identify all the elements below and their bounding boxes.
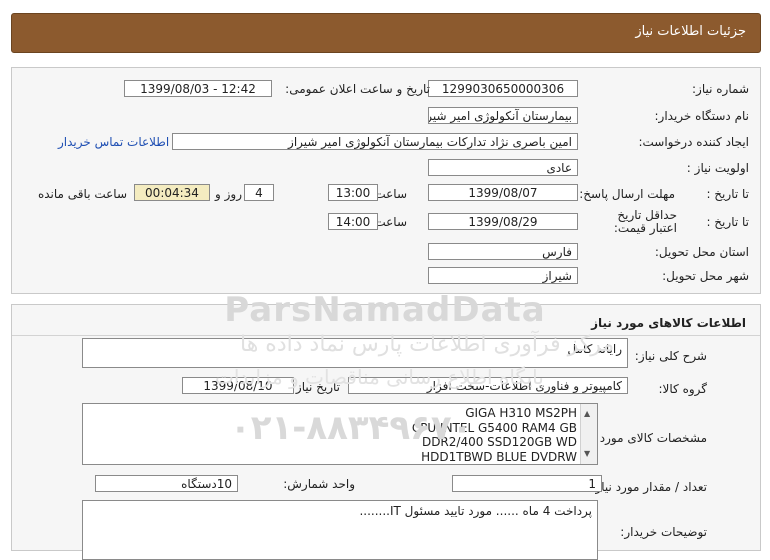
province-label: استان محل تحویل: [654, 245, 749, 259]
summary-label: شرح کلی نیاز: [634, 349, 707, 363]
buyer-notes-field: پرداخت 4 ماه ...... مورد تایید مسئول IT.… [82, 500, 598, 560]
scroll-up-icon[interactable]: ▲ [584, 407, 590, 422]
specs-line: HDD1TBWD BLUE DVDRW [421, 449, 577, 464]
buyer-contact-link[interactable]: اطلاعات تماس خریدار [58, 135, 169, 149]
buyer-org-label: نام دستگاه خریدار: [654, 109, 750, 123]
page-title: جزئیات اطلاعات نیاز [635, 24, 746, 39]
unit-field: 10دستگاه [95, 475, 238, 492]
qty-field: 1 [452, 475, 602, 492]
watermark-brand: ParsNamadData [224, 290, 546, 330]
priority-field: عادی [428, 159, 578, 176]
validity-time-field: 14:00 [328, 213, 378, 230]
need-info-panel: شماره نیاز: 1299030650000306 تاریخ و ساع… [11, 67, 761, 294]
days-field: 4 [244, 184, 274, 201]
need-number-field: 1299030650000306 [428, 80, 578, 97]
buyer-notes-label: توضیحات خریدار: [620, 525, 707, 539]
priority-label: اولویت نیاز : [686, 161, 749, 175]
unit-label: واحد شمارش: [283, 477, 355, 491]
need-number-label: شماره نیاز: [692, 82, 749, 96]
validity-date-field: 1399/08/29 [428, 213, 578, 230]
watermark-tagline: پایگاه اطلاع رسانی مناقصات و مزایدات [215, 365, 544, 389]
watermark-subtitle: مرکز فرآوری اطلاعات پارس نماد داده ها [240, 332, 615, 357]
creator-field: امین باصری نژاد تدارکات بیمارستان آنکولو… [172, 133, 578, 150]
validity-to-date-label: تا تاریخ : [706, 215, 749, 229]
remaining-time-field: 00:04:34 [134, 184, 210, 201]
remaining-label: ساعت باقی مانده [37, 187, 127, 201]
city-field: شیراز [428, 267, 578, 284]
creator-label: ایجاد کننده درخواست: [638, 135, 749, 149]
days-label: روز و [215, 187, 242, 201]
validity-label: حداقل تاریخ اعتبار قیمت: [613, 208, 677, 235]
announce-field: 1399/08/03 - 12:42 [124, 80, 272, 97]
announce-label: تاریخ و ساعت اعلان عمومی: [285, 82, 430, 96]
specs-scrollbar[interactable]: ▲ ▼ [580, 404, 597, 464]
group-label: گروه کالا: [658, 382, 708, 396]
scroll-down-icon[interactable]: ▼ [584, 447, 590, 462]
watermark-phone: ۰۲۱-۸۸۳۴۹۶۷۰ [230, 408, 473, 448]
city-label: شهر محل تحویل: [662, 269, 749, 283]
province-field: فارس [428, 243, 578, 260]
deadline-time-label: ساعت [374, 187, 407, 201]
page-header: جزئیات اطلاعات نیاز [11, 13, 761, 53]
to-date-label: تا تاریخ : [706, 187, 749, 201]
deadline-label: مهلت ارسال پاسخ: [579, 187, 675, 201]
validity-time-label: ساعت [374, 215, 407, 229]
deadline-date-field: 1399/08/07 [428, 184, 578, 201]
buyer-org-field: بیمارستان آنکولوژی امیر شیراز [428, 107, 578, 124]
qty-label: تعداد / مقدار مورد نیاز: [591, 480, 707, 494]
deadline-time-field: 13:00 [328, 184, 378, 201]
